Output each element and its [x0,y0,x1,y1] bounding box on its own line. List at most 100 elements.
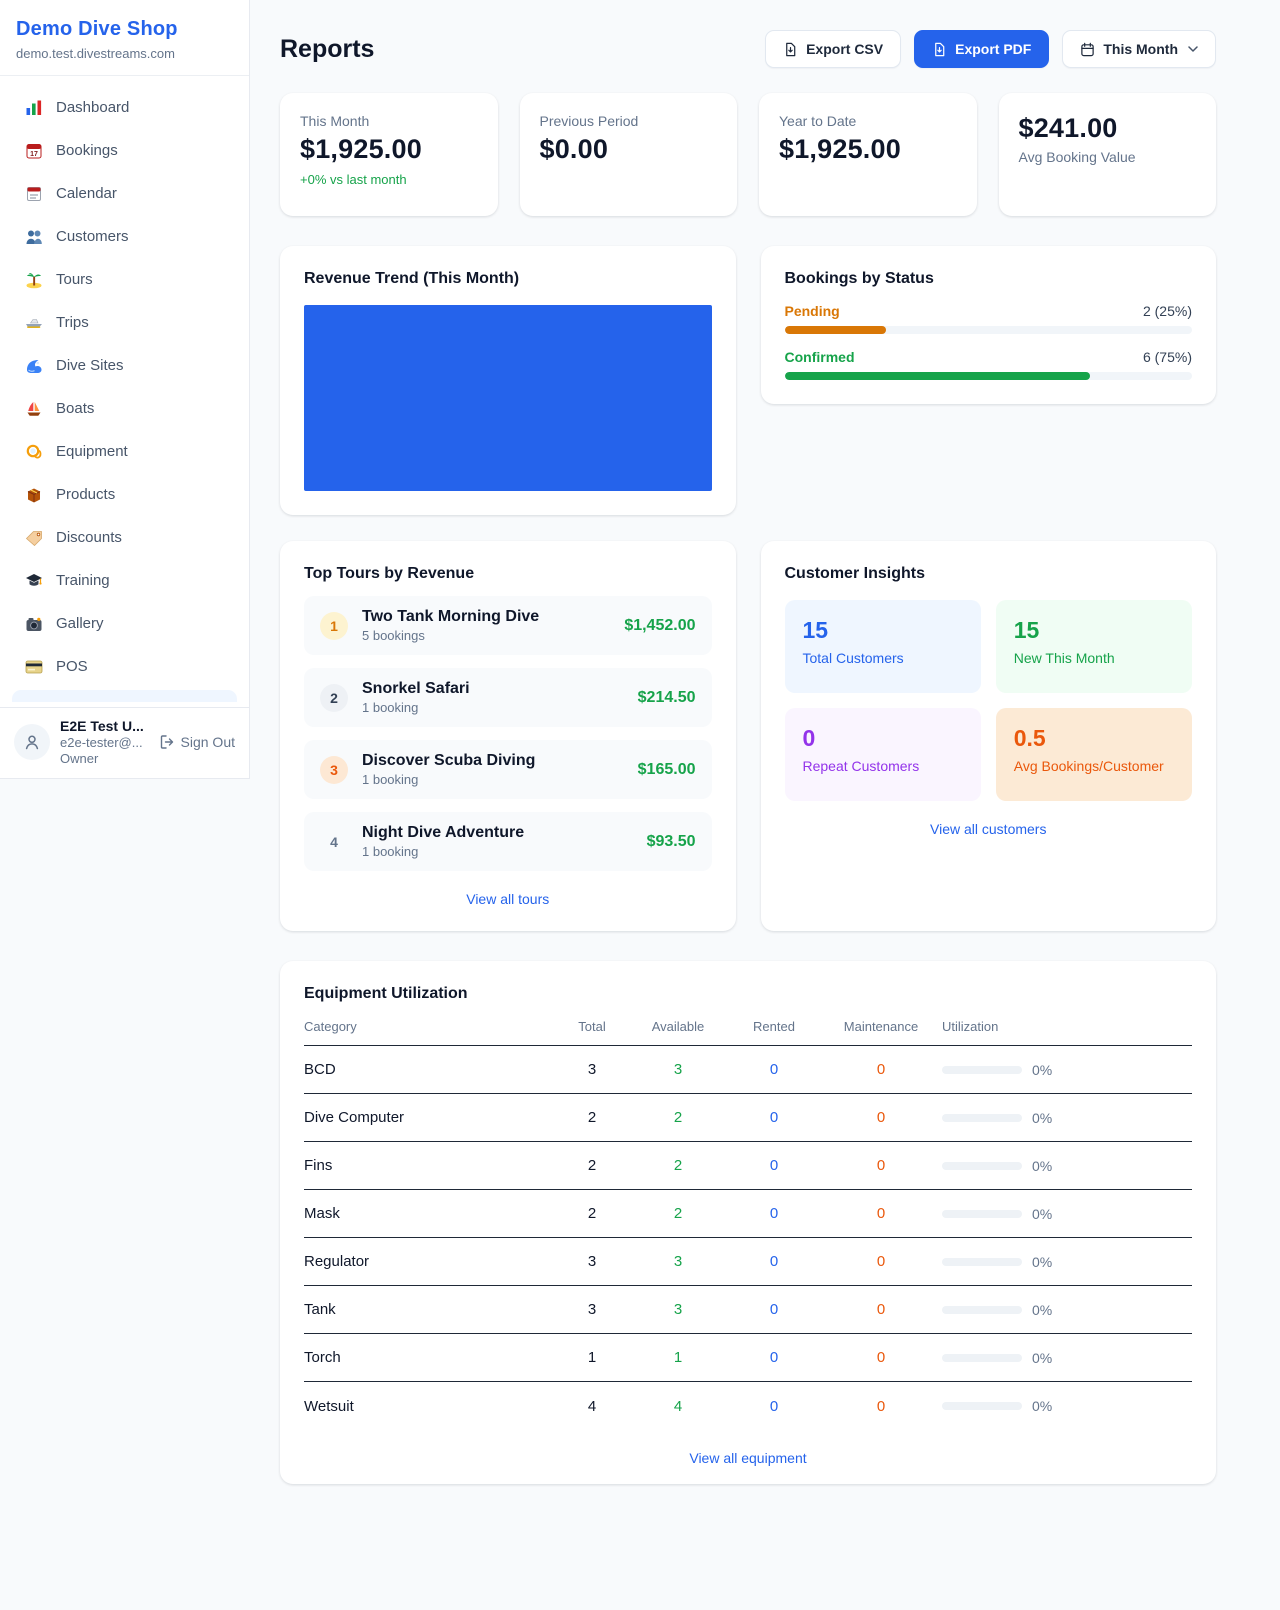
sidebar-item-discounts[interactable]: Discounts [0,516,249,559]
utilization-pct: 0% [1032,1110,1052,1126]
charts-row: Revenue Trend (This Month) Bookings by S… [280,246,1216,515]
utilization-pct: 0% [1032,1398,1052,1414]
equipment-category: Wetsuit [304,1398,556,1415]
sidebar-item-pos[interactable]: POS [0,645,249,688]
equipment-available: 1 [628,1349,728,1366]
sidebar-item-trips[interactable]: Trips [0,301,249,344]
file-download-icon [932,42,947,57]
sidebar-item-boats[interactable]: Boats [0,387,249,430]
export-csv-button[interactable]: Export CSV [765,30,901,68]
sign-out-button[interactable]: Sign Out [159,734,235,750]
rank-badge: 2 [320,684,348,712]
view-all-tours-link[interactable]: View all tours [304,891,712,907]
tour-revenue: $93.50 [647,833,696,851]
equipment-available: 2 [628,1157,728,1174]
sidebar-item-bookings[interactable]: 17 Bookings [0,129,249,172]
sidebar-item-dashboard[interactable]: Dashboard [0,86,249,129]
sidebar-item-products[interactable]: Products [0,473,249,516]
sidebar-item-calendar[interactable]: Calendar [0,172,249,215]
credit-card-icon [24,658,43,676]
tour-name: Night Dive Adventure [362,824,633,842]
tile-repeat-customers: 0 Repeat Customers [785,708,981,801]
view-all-equipment-link[interactable]: View all equipment [304,1450,1192,1466]
tile-label: Avg Bookings/Customer [1014,758,1174,774]
calendar-pad-icon [24,185,43,203]
stat-card-year-to-date: Year to Date $1,925.00 [759,93,977,216]
tag-icon [24,529,43,547]
sidebar-item-label: Equipment [56,443,128,460]
user-name: E2E Test U... [60,718,149,734]
user-info: E2E Test U... e2e-tester@... Owner [60,718,149,766]
top-tours-title: Top Tours by Revenue [304,565,712,583]
sidebar-item-dive-sites[interactable]: Dive Sites [0,344,249,387]
period-select[interactable]: This Month [1062,30,1216,68]
status-value: 2 (25%) [1143,303,1192,319]
table-row: Dive Computer 2 2 0 0 0% [304,1094,1192,1142]
utilization-bar [942,1210,1022,1218]
equipment-rented: 0 [728,1061,820,1078]
table-row: Mask 2 2 0 0 0% [304,1190,1192,1238]
col-header-category: Category [304,1019,556,1034]
status-bar-fill [785,326,887,334]
chevron-down-icon [1188,46,1198,53]
table-row: Regulator 3 3 0 0 0% [304,1238,1192,1286]
sidebar-item-gallery[interactable]: Gallery [0,602,249,645]
sidebar-item-customers[interactable]: Customers [0,215,249,258]
utilization-bar [942,1306,1022,1314]
stat-value: $0.00 [540,134,718,165]
view-all-customers-link[interactable]: View all customers [785,821,1193,837]
utilization-bar [942,1258,1022,1266]
equipment-category: BCD [304,1061,556,1078]
island-icon [24,271,43,289]
stat-cards: This Month $1,925.00 +0% vs last month P… [280,93,1216,216]
equipment-maintenance: 0 [820,1061,942,1078]
revenue-trend-title: Revenue Trend (This Month) [304,270,712,288]
tour-name: Discover Scuba Diving [362,752,624,770]
export-pdf-label: Export PDF [955,41,1031,57]
tour-bookings: 1 booking [362,700,624,715]
sign-out-icon [159,734,175,750]
sidebar-item-tours[interactable]: Tours [0,258,249,301]
sidebar-item-equipment[interactable]: Equipment [0,430,249,473]
equipment-rented: 0 [728,1157,820,1174]
table-row: Tank 3 3 0 0 0% [304,1286,1192,1334]
tour-row: 4 Night Dive Adventure 1 booking $93.50 [304,812,712,871]
header-actions: Export CSV Export PDF This Month [765,30,1216,68]
sidebar: Demo Dive Shop demo.test.divestreams.com… [0,0,250,779]
tile-new-this-month: 15 New This Month [996,600,1192,693]
equipment-total: 3 [556,1301,628,1318]
equipment-table-header: Category Total Available Rented Maintena… [304,1019,1192,1046]
equipment-maintenance: 0 [820,1157,942,1174]
equipment-total: 2 [556,1109,628,1126]
sidebar-item-training[interactable]: Training [0,559,249,602]
tile-label: New This Month [1014,650,1174,666]
table-row: Wetsuit 4 4 0 0 0% [304,1382,1192,1430]
equipment-available: 3 [628,1301,728,1318]
equipment-total: 1 [556,1349,628,1366]
bar-chart-icon [24,99,43,117]
stat-label: This Month [300,113,478,129]
equipment-category: Regulator [304,1253,556,1270]
tour-revenue: $165.00 [638,761,696,779]
col-header-rented: Rented [728,1019,820,1034]
rank-badge: 3 [320,756,348,784]
sidebar-item-label: Calendar [56,185,117,202]
equipment-rented: 0 [728,1398,820,1415]
equipment-category: Mask [304,1205,556,1222]
export-pdf-button[interactable]: Export PDF [914,30,1049,68]
tour-name: Snorkel Safari [362,680,624,698]
sidebar-active-item-partial[interactable] [12,690,237,702]
equipment-rented: 0 [728,1253,820,1270]
tile-avg-bookings: 0.5 Avg Bookings/Customer [996,708,1192,801]
utilization-pct: 0% [1032,1254,1052,1270]
sidebar-item-label: Discounts [56,529,122,546]
equipment-total: 2 [556,1157,628,1174]
utilization-pct: 0% [1032,1062,1052,1078]
calendar-icon [1080,42,1095,57]
col-header-available: Available [628,1019,728,1034]
sidebar-user-section: E2E Test U... e2e-tester@... Owner Sign … [0,707,249,778]
utilization-bar [942,1402,1022,1410]
tile-total-customers: 15 Total Customers [785,600,981,693]
status-label: Confirmed [785,349,855,365]
tour-bookings: 1 booking [362,844,633,859]
